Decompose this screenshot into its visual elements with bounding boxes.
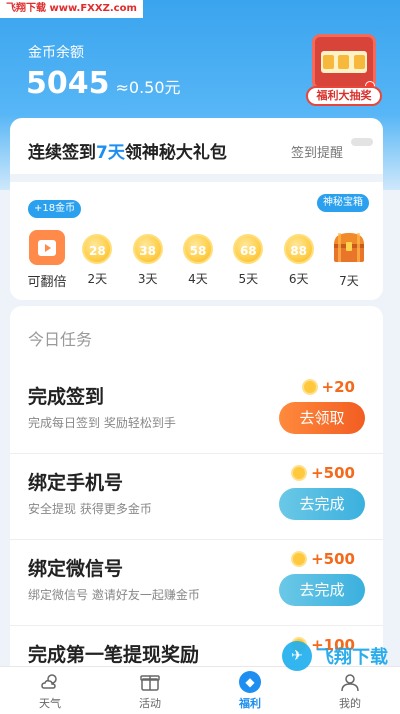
tab-label: 活动 [139, 696, 161, 710]
lottery-entry[interactable]: 福利大抽奖 [306, 34, 382, 108]
task-reward-value: +500 [311, 550, 355, 568]
task-reward: +500 [291, 464, 355, 482]
coin-balance: 5045 ≈0.50元 [26, 66, 181, 101]
task-reward-value: +500 [311, 464, 355, 482]
signin-title-post: 领神秘大礼包 [124, 143, 227, 163]
site-watermark: 飞翔下载 www.FXXZ.com [0, 0, 143, 18]
coin-icon [291, 551, 308, 567]
task-name: 绑定微信号 [28, 558, 124, 580]
day-label: 5天 [238, 272, 259, 286]
bonus-bubble: +18金币 [28, 200, 82, 218]
task-name: 完成签到 [28, 386, 105, 408]
lottery-label: 福利大抽奖 [306, 86, 382, 106]
tab-weather[interactable]: 天气 [0, 667, 100, 714]
task-reward-value: +20 [321, 378, 355, 396]
day-label: 可翻倍 [27, 275, 67, 290]
claim-button[interactable]: 去领取 [279, 402, 365, 434]
coin-icon: 38 [132, 234, 163, 264]
logo-watermark-text: 飞翔下载 [316, 647, 388, 668]
welfare-icon: ◆ [239, 670, 261, 693]
coin-icon: 68 [233, 234, 264, 264]
coin-icon: 28 [82, 234, 113, 264]
task-desc: 完成每日签到 奖励轻松到手 [28, 416, 176, 430]
coin-icon: 58 [182, 234, 213, 264]
weather-icon [41, 673, 57, 689]
signin-reminder-toggle[interactable] [351, 138, 373, 146]
complete-button[interactable]: 去完成 [279, 574, 365, 606]
slot-reel [323, 55, 335, 69]
complete-button[interactable]: 去完成 [279, 488, 365, 520]
tab-label: 天气 [39, 696, 61, 710]
divider [10, 174, 383, 182]
day-item[interactable]: 28 2天 [74, 230, 120, 290]
slot-machine-icon [312, 34, 376, 91]
day-item[interactable]: 38 3天 [125, 230, 171, 290]
tasks-heading: 今日任务 [28, 330, 93, 349]
day-label: 6天 [288, 272, 309, 286]
day-item[interactable]: 88 6天 [276, 230, 322, 290]
coin-icon [291, 465, 308, 481]
task-row: 完成签到 完成每日签到 奖励轻松到手 +20 去领取 [10, 368, 383, 454]
treasure-chest-icon [333, 233, 364, 262]
day-label: 4天 [188, 272, 208, 286]
day-item-chest[interactable]: 7天 [326, 230, 372, 290]
day-item-double[interactable]: 可翻倍 [24, 230, 70, 290]
task-desc: 绑定微信号 邀请好友一起赚金币 [28, 588, 200, 602]
coin-icon [301, 379, 318, 395]
rmb-equivalent: ≈0.50元 [115, 78, 181, 97]
video-play-icon [29, 230, 65, 265]
tab-activity[interactable]: 活动 [100, 667, 200, 714]
day-label: 3天 [137, 272, 158, 286]
coin-count: 5045 [26, 66, 110, 101]
tab-label: 福利 [239, 696, 261, 710]
task-reward: +500 [291, 550, 355, 568]
task-row: 绑定手机号 安全提现 获得更多金币 +500 去完成 [10, 454, 383, 540]
signin-reminder-label: 签到提醒 [290, 146, 343, 161]
slot-reel [338, 55, 350, 69]
signin-title: 连续签到7天领神秘大礼包 [28, 138, 227, 163]
logo-watermark: ✈ 飞翔下载 [282, 636, 394, 676]
signin-days: 可翻倍 28 2天 38 3天 58 4天 68 5天 88 6天 7天 [24, 230, 372, 290]
coin-icon: 88 [283, 234, 314, 264]
task-name: 绑定手机号 [28, 472, 124, 494]
balance-label: 金币余额 [28, 45, 84, 61]
slot-reel [353, 55, 365, 69]
day-item[interactable]: 58 4天 [175, 230, 221, 290]
task-reward: +20 [301, 378, 355, 396]
signin-card: 连续签到7天领神秘大礼包 签到提醒 +18金币 神秘宝箱 可翻倍 28 2天 3… [10, 118, 383, 300]
slot-reels [321, 51, 367, 73]
signin-title-pre: 连续签到 [28, 143, 96, 163]
task-desc: 安全提现 获得更多金币 [28, 502, 152, 516]
gift-icon [140, 674, 160, 691]
signin-title-days: 7天 [96, 143, 125, 163]
task-row: 绑定微信号 绑定微信号 邀请好友一起赚金币 +500 去完成 [10, 540, 383, 626]
day-item[interactable]: 68 5天 [225, 230, 271, 290]
feixiang-logo-icon: ✈ [282, 641, 312, 671]
tasks-card: 今日任务 完成签到 完成每日签到 奖励轻松到手 +20 去领取 绑定手机号 安全… [10, 306, 383, 686]
mystery-chest-bubble: 神秘宝箱 [317, 194, 369, 212]
task-name: 完成第一笔提现奖励 [28, 644, 200, 666]
tab-label: 我的 [339, 696, 361, 710]
day-label: 7天 [339, 274, 359, 288]
day-label: 2天 [87, 272, 108, 286]
